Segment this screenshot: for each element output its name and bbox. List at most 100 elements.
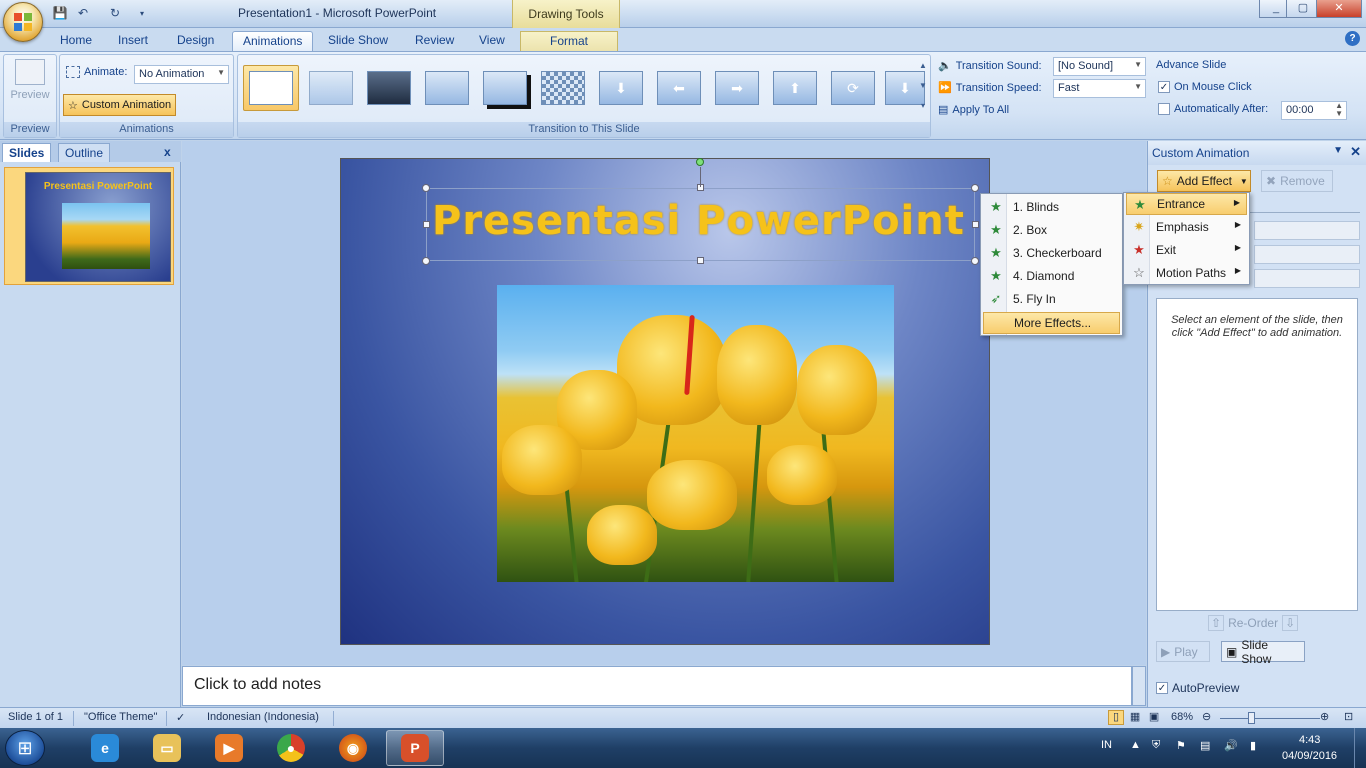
redo-icon[interactable]: ↻ — [104, 4, 126, 22]
start-button[interactable]: ⊞ — [5, 730, 45, 766]
taskbar-powerpoint[interactable]: P — [386, 730, 444, 766]
menu-item-exit[interactable]: ★ Exit ▶ — [1126, 239, 1247, 261]
resize-handle[interactable] — [972, 221, 979, 228]
zoom-slider[interactable] — [1220, 718, 1320, 719]
taskbar-firefox[interactable]: ◉ — [324, 730, 382, 766]
show-desktop-button[interactable] — [1354, 728, 1366, 768]
pane-close-icon[interactable]: ✕ — [1350, 144, 1361, 160]
checkbox-empty-icon[interactable] — [1158, 103, 1170, 115]
automatically-after-option[interactable]: Automatically After: — [1158, 103, 1268, 115]
animation-list[interactable]: Select an element of the slide, then cli… — [1156, 298, 1358, 611]
tab-insert[interactable]: Insert — [108, 31, 158, 51]
transition-wipe-left[interactable]: ⬅ — [651, 65, 707, 111]
resize-handle[interactable] — [971, 257, 979, 265]
rotate-handle[interactable] — [696, 158, 704, 166]
taskbar-explorer[interactable]: ▭ — [138, 730, 196, 766]
tab-review[interactable]: Review — [405, 31, 464, 51]
transition-dissolve[interactable] — [535, 65, 591, 111]
qat-customize-icon[interactable]: ▾ — [136, 4, 148, 22]
resize-handle[interactable] — [422, 257, 430, 265]
clock-date[interactable]: 04/09/2016 — [1282, 750, 1337, 762]
menu-item-emphasis[interactable]: ✷ Emphasis ▶ — [1126, 216, 1247, 238]
zoom-out-icon[interactable]: ⊖ — [1202, 710, 1211, 723]
transition-cut[interactable] — [419, 65, 475, 111]
move-down-icon[interactable]: ⇩ — [1282, 615, 1299, 631]
fit-to-window-icon[interactable]: ⊡ — [1344, 710, 1353, 723]
transition-wipe-up[interactable]: ⬆ — [767, 65, 823, 111]
tab-slide-show[interactable]: Slide Show — [318, 31, 398, 51]
language-indicator[interactable]: IN — [1101, 739, 1112, 751]
auto-after-spinner[interactable]: 00:00 ▲ ▼ — [1281, 101, 1347, 120]
tab-slides[interactable]: Slides — [2, 143, 52, 162]
slide-thumbnail-selection[interactable]: Presentasi PowerPoint — [4, 167, 174, 285]
transition-sound-dropdown[interactable]: [No Sound] ▼ — [1053, 57, 1146, 76]
action-center-icon[interactable]: ⚑ — [1176, 739, 1186, 752]
transition-wipe-down[interactable]: ⬇ — [593, 65, 649, 111]
slide-thumbnail[interactable]: Presentasi PowerPoint — [25, 172, 171, 282]
menu-item-checkerboard[interactable]: ★ 3. Checkerboard — [983, 242, 1120, 264]
pane-options-icon[interactable]: ▼ — [1333, 145, 1343, 156]
taskbar-media-player[interactable]: ▶ — [200, 730, 258, 766]
transition-fade-black[interactable] — [361, 65, 417, 111]
transition-split[interactable]: ⟳ — [825, 65, 881, 111]
tray-expand-icon[interactable]: ▲ — [1130, 739, 1141, 751]
clock-time[interactable]: 4:43 — [1299, 734, 1320, 746]
transition-wipe-right[interactable]: ➡ — [709, 65, 765, 111]
volume-icon[interactable]: 🔊 — [1224, 739, 1238, 752]
slide-show-button[interactable]: ▣ Slide Show — [1221, 638, 1305, 666]
tab-view[interactable]: View — [469, 31, 515, 51]
tab-animations[interactable]: Animations — [232, 31, 314, 51]
checkbox-checked-icon[interactable]: ✓ — [1156, 682, 1168, 694]
resize-handle[interactable] — [971, 184, 979, 192]
power-icon[interactable]: ▮ — [1250, 739, 1256, 752]
add-effect-button[interactable]: ☆ Add Effect ▼ — [1157, 170, 1251, 192]
menu-item-more-effects[interactable]: More Effects... — [983, 312, 1120, 334]
checkbox-checked-icon[interactable]: ✓ — [1158, 81, 1170, 93]
menu-item-motion-paths[interactable]: ☆ Motion Paths ▶ — [1126, 262, 1247, 284]
transition-cut-black[interactable] — [477, 65, 533, 111]
play-button[interactable]: ▶ Play — [1156, 641, 1210, 662]
taskbar-internet-explorer[interactable]: e — [76, 730, 134, 766]
menu-item-diamond[interactable]: ★ 4. Diamond — [983, 265, 1120, 287]
language[interactable]: Indonesian (Indonesia) — [207, 711, 319, 723]
resize-handle[interactable] — [423, 221, 430, 228]
resize-handle[interactable] — [422, 184, 430, 192]
property-dropdown[interactable] — [1254, 245, 1360, 264]
menu-item-fly-in[interactable]: ➶ 5. Fly In — [983, 288, 1120, 310]
tab-design[interactable]: Design — [167, 31, 224, 51]
office-button[interactable] — [3, 2, 43, 42]
move-up-icon[interactable]: ⇧ — [1208, 615, 1225, 631]
tab-format[interactable]: Format — [520, 31, 618, 51]
zoom-thumb[interactable] — [1248, 712, 1255, 724]
remove-button[interactable]: ✖ Remove — [1261, 170, 1333, 192]
menu-item-box[interactable]: ★ 2. Box — [983, 219, 1120, 241]
spelling-icon[interactable]: ✓ — [176, 711, 185, 724]
menu-item-blinds[interactable]: ★ 1. Blinds — [983, 196, 1120, 218]
tulip-picture[interactable] — [497, 285, 894, 582]
reorder-control[interactable]: ⇧ Re-Order ⇩ — [1208, 615, 1299, 631]
maximize-button[interactable]: ▢ — [1286, 0, 1320, 18]
taskbar-chrome[interactable]: ● — [262, 730, 320, 766]
animate-dropdown[interactable]: No Animation ▼ — [134, 65, 229, 84]
antivirus-icon[interactable]: ⛨ — [1152, 739, 1160, 752]
tab-outline[interactable]: Outline — [58, 143, 111, 162]
slide-sorter-icon[interactable]: ▦ — [1127, 710, 1143, 725]
close-panel-icon[interactable]: x — [158, 143, 177, 162]
resize-handle[interactable] — [697, 257, 704, 264]
transition-fade-smoothly[interactable] — [303, 65, 359, 111]
save-icon[interactable]: 💾 — [52, 4, 68, 22]
notes-scrollbar[interactable] — [1132, 666, 1146, 706]
custom-animation-button[interactable]: ☆ Custom Animation — [63, 94, 177, 116]
undo-icon[interactable]: ↶ — [72, 4, 94, 22]
autopreview-option[interactable]: ✓ AutoPreview — [1156, 681, 1239, 695]
preview-button[interactable]: Preview — [10, 59, 50, 111]
zoom-in-icon[interactable]: ⊕ — [1320, 710, 1329, 723]
help-icon[interactable]: ? — [1345, 31, 1360, 46]
menu-item-entrance[interactable]: ★ Entrance ▶ — [1126, 193, 1247, 215]
gallery-scroll[interactable]: ▲ ▼ ▾ — [917, 56, 929, 116]
slide-show-view-icon[interactable]: ▣ — [1146, 710, 1162, 725]
start-dropdown[interactable] — [1254, 221, 1360, 240]
view-buttons[interactable]: ▯ ▦ ▣ — [1108, 710, 1162, 725]
normal-view-icon[interactable]: ▯ — [1108, 710, 1124, 725]
zoom-level[interactable]: 68% — [1171, 711, 1193, 723]
